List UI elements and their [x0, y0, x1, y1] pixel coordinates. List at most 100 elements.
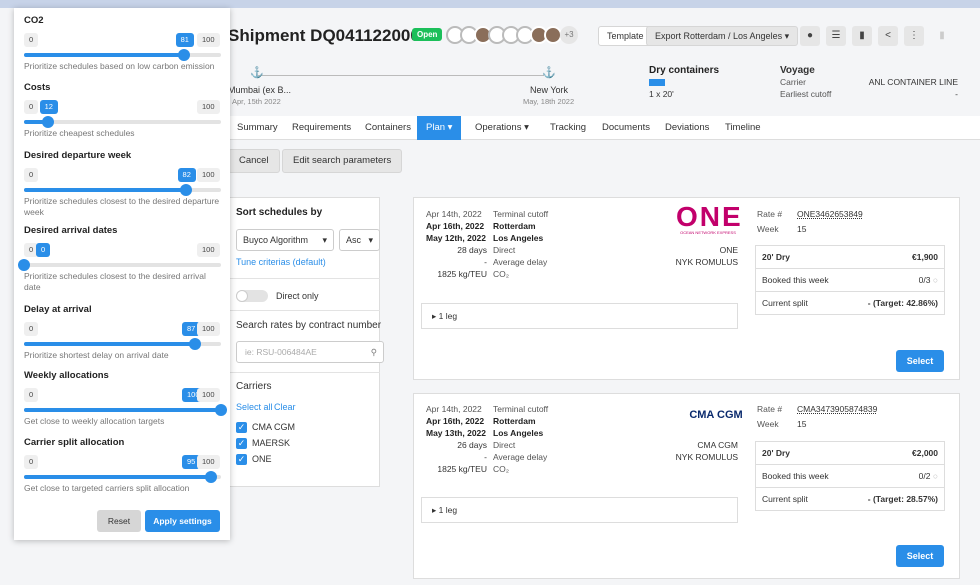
edit-search-button[interactable]: Edit search parameters	[282, 149, 403, 173]
chat-icon[interactable]: ●	[800, 26, 820, 46]
carrier-checkbox-one[interactable]: ✓	[236, 454, 247, 465]
price: €2,000	[912, 448, 938, 458]
slider-track[interactable]	[24, 116, 221, 128]
bookmark-icon[interactable]: ▮	[932, 26, 952, 46]
sort-algorithm-select[interactable]: Buyco Algorithm ▾	[236, 229, 334, 251]
rate-number[interactable]: ONE3462653849	[797, 209, 863, 219]
slider-value: 82	[177, 168, 196, 182]
carrier-value: ANL CONTAINER LINE	[868, 77, 958, 87]
export-template-label: Export Rotterdam / Los Angeles	[655, 31, 783, 41]
cutoff-date: Apr 14th, 2022	[426, 404, 482, 414]
slider-handle[interactable]	[18, 259, 30, 271]
routing-type: Direct	[493, 245, 516, 255]
split-value: - (Target: 42.86%)	[867, 298, 938, 308]
voyage-title: Voyage	[780, 65, 815, 76]
slider-track[interactable]	[24, 338, 221, 350]
contract-search-input[interactable]: ie: RSU-006484AE ⚲	[236, 341, 384, 363]
arrival-date: May 13th, 2022	[426, 428, 487, 438]
tune-criteria-link[interactable]: Tune criterias (default)	[236, 257, 326, 267]
slider-handle[interactable]	[177, 49, 190, 61]
slider-track[interactable]	[18, 259, 221, 271]
document-icon[interactable]: ▮	[852, 26, 872, 46]
container-type: 20' Dry	[762, 448, 791, 458]
more-avatars-badge[interactable]: +3	[560, 26, 578, 44]
slider-description: Prioritize schedules based on low carbon…	[24, 61, 215, 71]
avatar-group[interactable]: +3	[446, 26, 578, 44]
slider-handle[interactable]	[215, 404, 227, 416]
week-value: 15	[797, 419, 807, 429]
co2-label: CO₂	[493, 464, 510, 474]
booked-value: 0/3 ○	[919, 269, 938, 292]
slider-track[interactable]	[24, 184, 221, 196]
carrier-label: ONE	[252, 454, 272, 464]
tab-plan[interactable]: Plan ▾	[417, 116, 462, 140]
tab-requirements[interactable]: Requirements	[292, 116, 351, 140]
toggle-knob	[236, 290, 248, 302]
chevron-down-icon: ▾	[447, 122, 453, 133]
slider-description: Prioritize schedules closest to the desi…	[24, 196, 220, 217]
one-logo: ONE	[676, 201, 743, 232]
direct-only-label: Direct only	[276, 291, 319, 301]
tab-containers[interactable]: Containers	[365, 116, 411, 140]
transit-days: 28 days	[457, 245, 487, 255]
legs-expander[interactable]: ▸ 1 leg	[421, 497, 738, 523]
slider-handle[interactable]	[41, 116, 54, 128]
sort-algorithm-label: Buyco Algorithm	[243, 235, 309, 245]
tab-documents[interactable]: Documents	[602, 116, 650, 140]
template-button[interactable]: Template	[598, 26, 653, 46]
carrier-label: Carrier	[780, 77, 806, 87]
slider-track[interactable]	[24, 49, 221, 61]
departure-port: Rotterdam	[493, 416, 536, 426]
carrier-checkbox-cma-cgm[interactable]: ✓	[236, 422, 247, 433]
tab-operations[interactable]: Operations ▾	[475, 116, 529, 140]
slider-value: 12	[39, 100, 58, 114]
slider-fill	[24, 53, 184, 57]
carrier-name: CMA CGM	[697, 440, 738, 450]
slider-min: 0	[24, 168, 39, 182]
slider-value: 0	[36, 243, 51, 257]
reset-button[interactable]: Reset	[97, 510, 141, 532]
select-button[interactable]: Select	[896, 350, 944, 372]
arrival-port: Los Angeles	[493, 233, 544, 243]
tab-bar: Summary Requirements Containers Plan ▾ O…	[228, 116, 980, 140]
chevron-down-icon: ▾	[784, 31, 790, 41]
share-icon[interactable]: <	[878, 26, 898, 46]
tab-deviations[interactable]: Deviations	[665, 116, 709, 140]
chevron-down-icon: ▾	[368, 235, 373, 245]
divider	[228, 372, 380, 373]
slider-title: Desired arrival dates	[24, 225, 118, 236]
rate-row: 20' Dry €1,900	[756, 246, 944, 269]
select-button[interactable]: Select	[896, 545, 944, 567]
direct-only-toggle[interactable]	[236, 290, 268, 302]
booked-label: Booked this week	[762, 275, 829, 285]
slider-track[interactable]	[24, 404, 227, 416]
list-icon[interactable]: ☰	[826, 26, 846, 46]
tab-summary[interactable]: Summary	[237, 116, 278, 140]
clear-link[interactable]: Clear	[274, 402, 296, 412]
booked-count: 0/3	[918, 275, 931, 285]
sort-order-select[interactable]: Asc ▾	[339, 229, 380, 251]
apply-settings-button[interactable]: Apply settings	[145, 510, 220, 532]
more-menu-icon[interactable]: ⋮	[904, 26, 924, 46]
slider-track[interactable]	[24, 471, 221, 483]
slider-min: 0	[24, 33, 39, 47]
vessel-name: NYK ROMULUS	[675, 257, 738, 267]
tab-tracking[interactable]: Tracking	[550, 116, 586, 140]
rate-row: Current split - (Target: 42.86%)	[756, 292, 944, 315]
tab-plan-label: Plan	[426, 122, 446, 133]
top-bar	[0, 0, 980, 8]
select-all-link[interactable]: Select all	[236, 402, 273, 412]
cancel-button[interactable]: Cancel	[228, 149, 280, 173]
legs-expander[interactable]: ▸ 1 leg	[421, 303, 738, 329]
slider-fill	[24, 342, 196, 346]
departure-date: Apr 16th, 2022	[426, 416, 485, 426]
rate-table: 20' Dry €1,900 Booked this week 0/3 ○ Curr…	[755, 245, 945, 315]
rate-number[interactable]: CMA3473905874839	[797, 404, 877, 414]
carrier-name: ONE	[719, 245, 738, 255]
delay-value: -	[484, 257, 487, 267]
export-template-dropdown[interactable]: Export Rotterdam / Los Angeles ▾	[646, 26, 799, 46]
slider-title: CO2	[24, 15, 44, 26]
carrier-checkbox-maersk[interactable]: ✓	[236, 438, 247, 449]
slider-handle[interactable]	[179, 184, 192, 196]
tab-timeline[interactable]: Timeline	[725, 116, 761, 140]
